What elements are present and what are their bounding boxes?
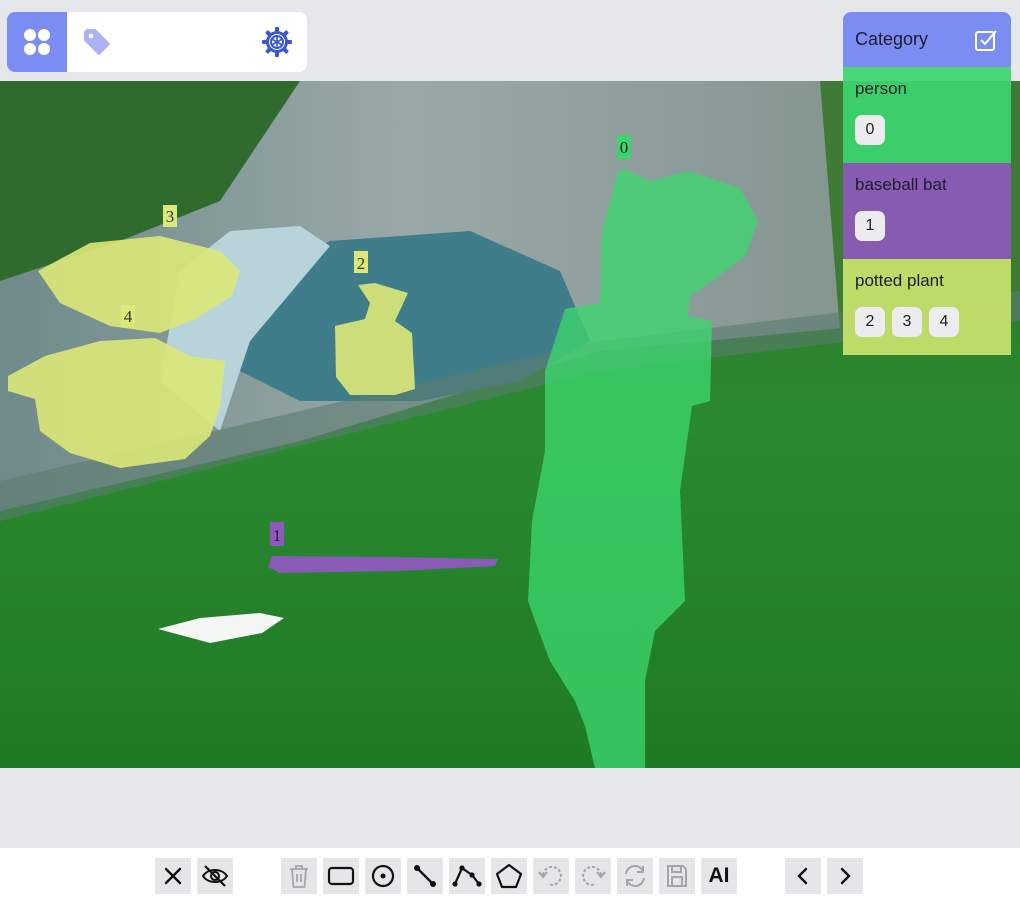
annotation-chip[interactable]: 4 bbox=[929, 307, 959, 337]
chevron-right-icon bbox=[840, 867, 851, 885]
polygon-tool-button[interactable] bbox=[491, 858, 527, 894]
circle-icon bbox=[371, 864, 395, 888]
save-button[interactable] bbox=[659, 858, 695, 894]
close-icon bbox=[164, 867, 182, 885]
category-baseball-bat[interactable]: baseball bat 1 bbox=[843, 163, 1011, 259]
line-tool-button[interactable] bbox=[407, 858, 443, 894]
top-toolbar bbox=[7, 12, 307, 72]
next-image-button[interactable] bbox=[827, 858, 863, 894]
category-panel: Category person 0 baseball bat 1 potted … bbox=[843, 12, 1011, 355]
chevron-left-icon bbox=[797, 867, 808, 885]
delete-button[interactable] bbox=[281, 858, 317, 894]
grid-menu-button[interactable] bbox=[7, 12, 67, 72]
undo-button[interactable] bbox=[533, 858, 569, 894]
refresh-button[interactable] bbox=[617, 858, 653, 894]
save-icon bbox=[667, 865, 687, 887]
eye-off-icon bbox=[201, 865, 229, 887]
line-icon bbox=[414, 865, 436, 887]
polyline-icon bbox=[452, 865, 482, 887]
annotation-chip[interactable]: 3 bbox=[892, 307, 922, 337]
previous-image-button[interactable] bbox=[785, 858, 821, 894]
undo-icon bbox=[538, 865, 562, 886]
svg-text:2: 2 bbox=[357, 254, 366, 273]
circle-tool-button[interactable] bbox=[365, 858, 401, 894]
annotation-chip[interactable]: 0 bbox=[855, 115, 885, 145]
annotation-chip[interactable]: 2 bbox=[855, 307, 885, 337]
category-name: potted plant bbox=[855, 271, 944, 290]
gear-icon bbox=[262, 27, 292, 57]
annotation-chip[interactable]: 1 bbox=[855, 211, 885, 241]
rectangle-icon bbox=[327, 866, 355, 886]
redo-icon bbox=[582, 865, 606, 886]
close-button[interactable] bbox=[155, 858, 191, 894]
hide-annotations-button[interactable] bbox=[197, 858, 233, 894]
refresh-icon bbox=[625, 865, 645, 887]
category-person[interactable]: person 0 bbox=[843, 67, 1011, 163]
svg-text:1: 1 bbox=[273, 526, 282, 545]
bottom-toolbar: AI bbox=[0, 848, 1020, 902]
category-title: Category bbox=[855, 29, 929, 49]
trash-icon bbox=[290, 865, 308, 888]
category-potted-plant[interactable]: potted plant 2 3 4 bbox=[843, 259, 1011, 355]
category-name: person bbox=[855, 79, 907, 98]
ai-button[interactable]: AI bbox=[701, 858, 737, 894]
grid-icon bbox=[24, 29, 50, 55]
tag-icon bbox=[84, 29, 110, 55]
tag-button[interactable] bbox=[79, 24, 115, 60]
svg-text:3: 3 bbox=[166, 207, 175, 226]
category-header: Category bbox=[843, 12, 1011, 67]
svg-text:4: 4 bbox=[124, 307, 133, 326]
rectangle-tool-button[interactable] bbox=[323, 858, 359, 894]
category-name: baseball bat bbox=[855, 175, 947, 194]
svg-text:0: 0 bbox=[620, 138, 629, 157]
settings-button[interactable] bbox=[259, 24, 295, 60]
polygon-icon bbox=[495, 863, 523, 889]
check-square-icon[interactable] bbox=[973, 27, 999, 53]
redo-button[interactable] bbox=[575, 858, 611, 894]
polyline-tool-button[interactable] bbox=[449, 858, 485, 894]
